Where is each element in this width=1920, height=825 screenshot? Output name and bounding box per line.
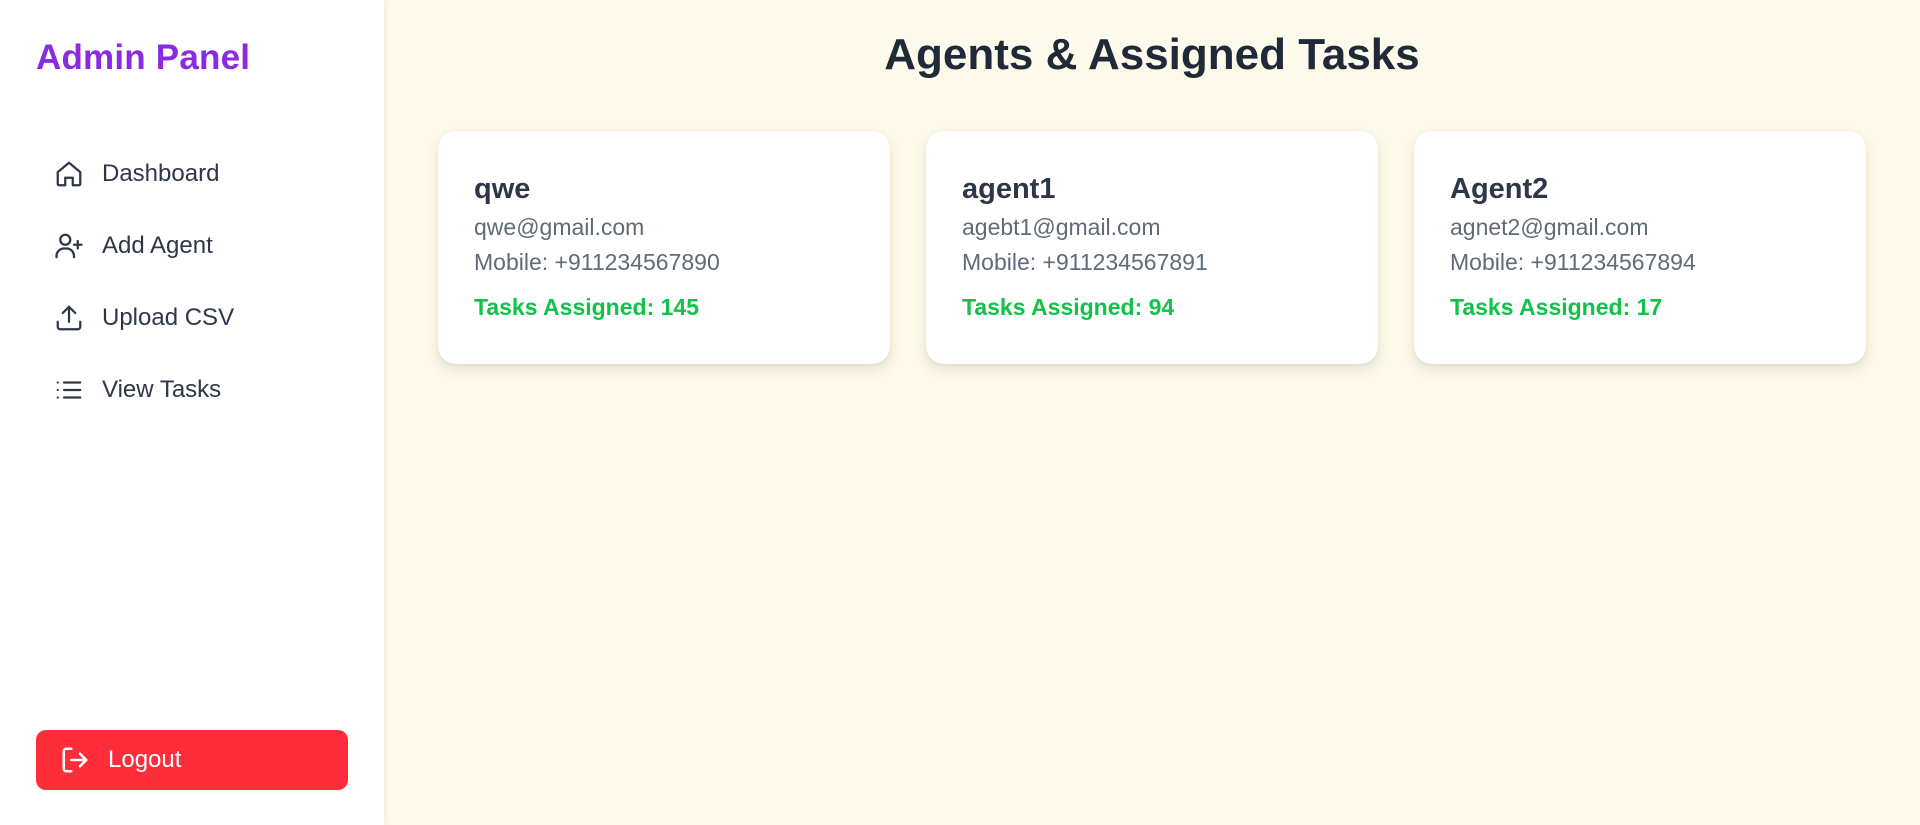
agent-tasks-count: Tasks Assigned: 94: [962, 294, 1175, 320]
agent-card: qwe qwe@gmail.com Mobile: +911234567890 …: [438, 131, 890, 364]
page-title: Agents & Assigned Tasks: [884, 30, 1420, 79]
user-plus-icon: [54, 231, 84, 261]
app-root: Admin Panel Dashboard Add Agent Upload C…: [0, 0, 1920, 825]
upload-icon: [54, 303, 84, 333]
main-content: Agents & Assigned Tasks qwe qwe@gmail.co…: [384, 0, 1920, 825]
sidebar-item-dashboard[interactable]: Dashboard: [36, 146, 348, 202]
agent-tasks-count: Tasks Assigned: 17: [1450, 294, 1663, 320]
agent-cards: qwe qwe@gmail.com Mobile: +911234567890 …: [438, 131, 1866, 364]
sidebar-item-label: View Tasks: [102, 376, 222, 403]
logout-label: Logout: [108, 746, 182, 773]
logout-icon: [60, 745, 90, 775]
agent-mobile: Mobile: +911234567894: [1450, 249, 1696, 275]
sidebar-nav: Dashboard Add Agent Upload CSV View Task…: [36, 146, 348, 434]
sidebar-item-label: Dashboard: [102, 160, 220, 187]
sidebar-item-view-tasks[interactable]: View Tasks: [36, 362, 348, 418]
sidebar-item-add-agent[interactable]: Add Agent: [36, 218, 348, 274]
agent-mobile: Mobile: +911234567890: [474, 249, 720, 275]
agent-tasks-count: Tasks Assigned: 145: [474, 294, 699, 320]
sidebar-item-label: Upload CSV: [102, 304, 235, 331]
agent-email: qwe@gmail.com: [474, 214, 645, 240]
home-icon: [54, 159, 84, 189]
agent-name: Agent2: [1450, 173, 1549, 205]
agent-card: Agent2 agnet2@gmail.com Mobile: +9112345…: [1414, 131, 1866, 364]
sidebar: Admin Panel Dashboard Add Agent Upload C…: [0, 0, 384, 825]
agent-card: agent1 agebt1@gmail.com Mobile: +9112345…: [926, 131, 1378, 364]
sidebar-item-upload-csv[interactable]: Upload CSV: [36, 290, 348, 346]
agent-name: qwe: [474, 173, 531, 205]
sidebar-item-label: Add Agent: [102, 232, 213, 259]
agent-mobile: Mobile: +911234567891: [962, 249, 1208, 275]
brand-title: Admin Panel: [36, 38, 251, 77]
agent-email: agnet2@gmail.com: [1450, 214, 1649, 240]
logout-button[interactable]: Logout: [36, 730, 348, 790]
agent-name: agent1: [962, 173, 1056, 205]
agent-email: agebt1@gmail.com: [962, 214, 1161, 240]
list-icon: [54, 375, 84, 405]
